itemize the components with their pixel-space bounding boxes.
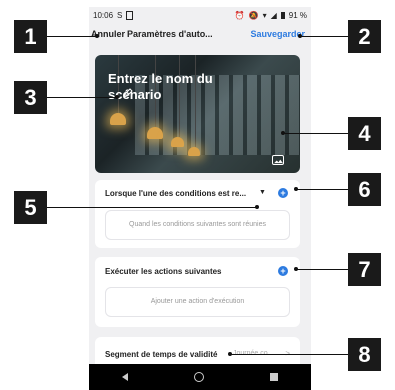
conditions-title[interactable]: Lorsque l'une des conditions est re...: [105, 189, 246, 198]
leader-line-7: [296, 269, 348, 270]
leader-dot-7: [294, 267, 298, 271]
alarm-icon: ⏰: [234, 10, 245, 20]
actions-placeholder-box[interactable]: Ajouter une action d'exécution: [105, 287, 290, 317]
leader-dot-4: [281, 131, 285, 135]
lamp-decoration: [147, 127, 163, 139]
leader-dot-8: [228, 352, 232, 356]
validity-label: Segment de temps de validité: [105, 350, 218, 359]
status-bar: 10:06 S ⏰ 🔕 ▾ ◢ 91 %: [89, 7, 311, 23]
app-bar: Annuler Paramètres d'auto... Sauvegarder: [89, 23, 311, 45]
scene-header-card[interactable]: Entrez le nom du scénario: [95, 55, 300, 173]
s-app-icon: S: [117, 10, 123, 20]
callout-4: 4: [348, 117, 381, 150]
callout-8: 8: [348, 338, 381, 371]
callout-7: 7: [348, 253, 381, 286]
leader-dot-2: [298, 34, 302, 38]
phone-screen: 10:06 S ⏰ 🔕 ▾ ◢ 91 % Annuler Paramètres …: [89, 7, 311, 390]
callout-5: 5: [14, 191, 47, 224]
leader-line-6: [296, 189, 348, 190]
home-icon[interactable]: [194, 372, 204, 382]
actions-placeholder: Ajouter une action d'exécution: [150, 298, 245, 305]
back-icon[interactable]: [122, 373, 128, 381]
pencil-icon[interactable]: [123, 88, 133, 98]
wifi-icon: ▾: [262, 10, 267, 20]
leader-line-1: [47, 36, 97, 37]
battery-icon: [280, 11, 285, 19]
callout-3: 3: [14, 81, 47, 114]
scene-name-input[interactable]: Entrez le nom du scénario: [108, 71, 268, 103]
leader-line-2: [300, 36, 348, 37]
mute-icon: 🔕: [248, 10, 259, 20]
image-icon[interactable]: [272, 155, 284, 165]
notification-icon: [126, 10, 134, 20]
android-nav-bar: [89, 364, 311, 390]
recents-icon[interactable]: [270, 373, 278, 381]
callout-2: 2: [348, 20, 381, 53]
add-condition-button[interactable]: +: [278, 188, 288, 198]
chevron-down-icon[interactable]: ▼: [259, 189, 266, 196]
actions-title: Exécuter les actions suivantes: [105, 267, 222, 276]
leader-line-4: [283, 133, 348, 134]
leader-dot-3: [115, 95, 119, 99]
actions-card: Exécuter les actions suivantes + Ajouter…: [95, 257, 300, 327]
battery-level: 91 %: [288, 10, 307, 20]
page-title: Paramètres d'auto...: [127, 29, 213, 39]
conditions-card: Lorsque l'une des conditions est re... ▼…: [95, 180, 300, 248]
leader-dot-6: [294, 187, 298, 191]
lamp-decoration: [110, 113, 126, 125]
lamp-decoration: [171, 137, 184, 147]
signal-icon: ◢: [270, 10, 277, 20]
leader-line-8: [230, 354, 348, 355]
leader-line-3: [47, 97, 117, 98]
save-button[interactable]: Sauvegarder: [250, 29, 305, 39]
lamp-decoration: [188, 147, 200, 156]
leader-dot-5: [255, 205, 259, 209]
leader-dot-1: [95, 34, 99, 38]
leader-line-5: [47, 207, 257, 208]
add-action-button[interactable]: +: [278, 266, 288, 276]
conditions-placeholder-box[interactable]: Quand les conditions suivantes sont réun…: [105, 210, 290, 240]
status-time: 10:06: [93, 10, 114, 20]
callout-1: 1: [14, 20, 47, 53]
conditions-placeholder: Quand les conditions suivantes sont réun…: [129, 221, 266, 228]
callout-6: 6: [348, 173, 381, 206]
validity-card[interactable]: Segment de temps de validité Journée co.…: [95, 337, 300, 367]
